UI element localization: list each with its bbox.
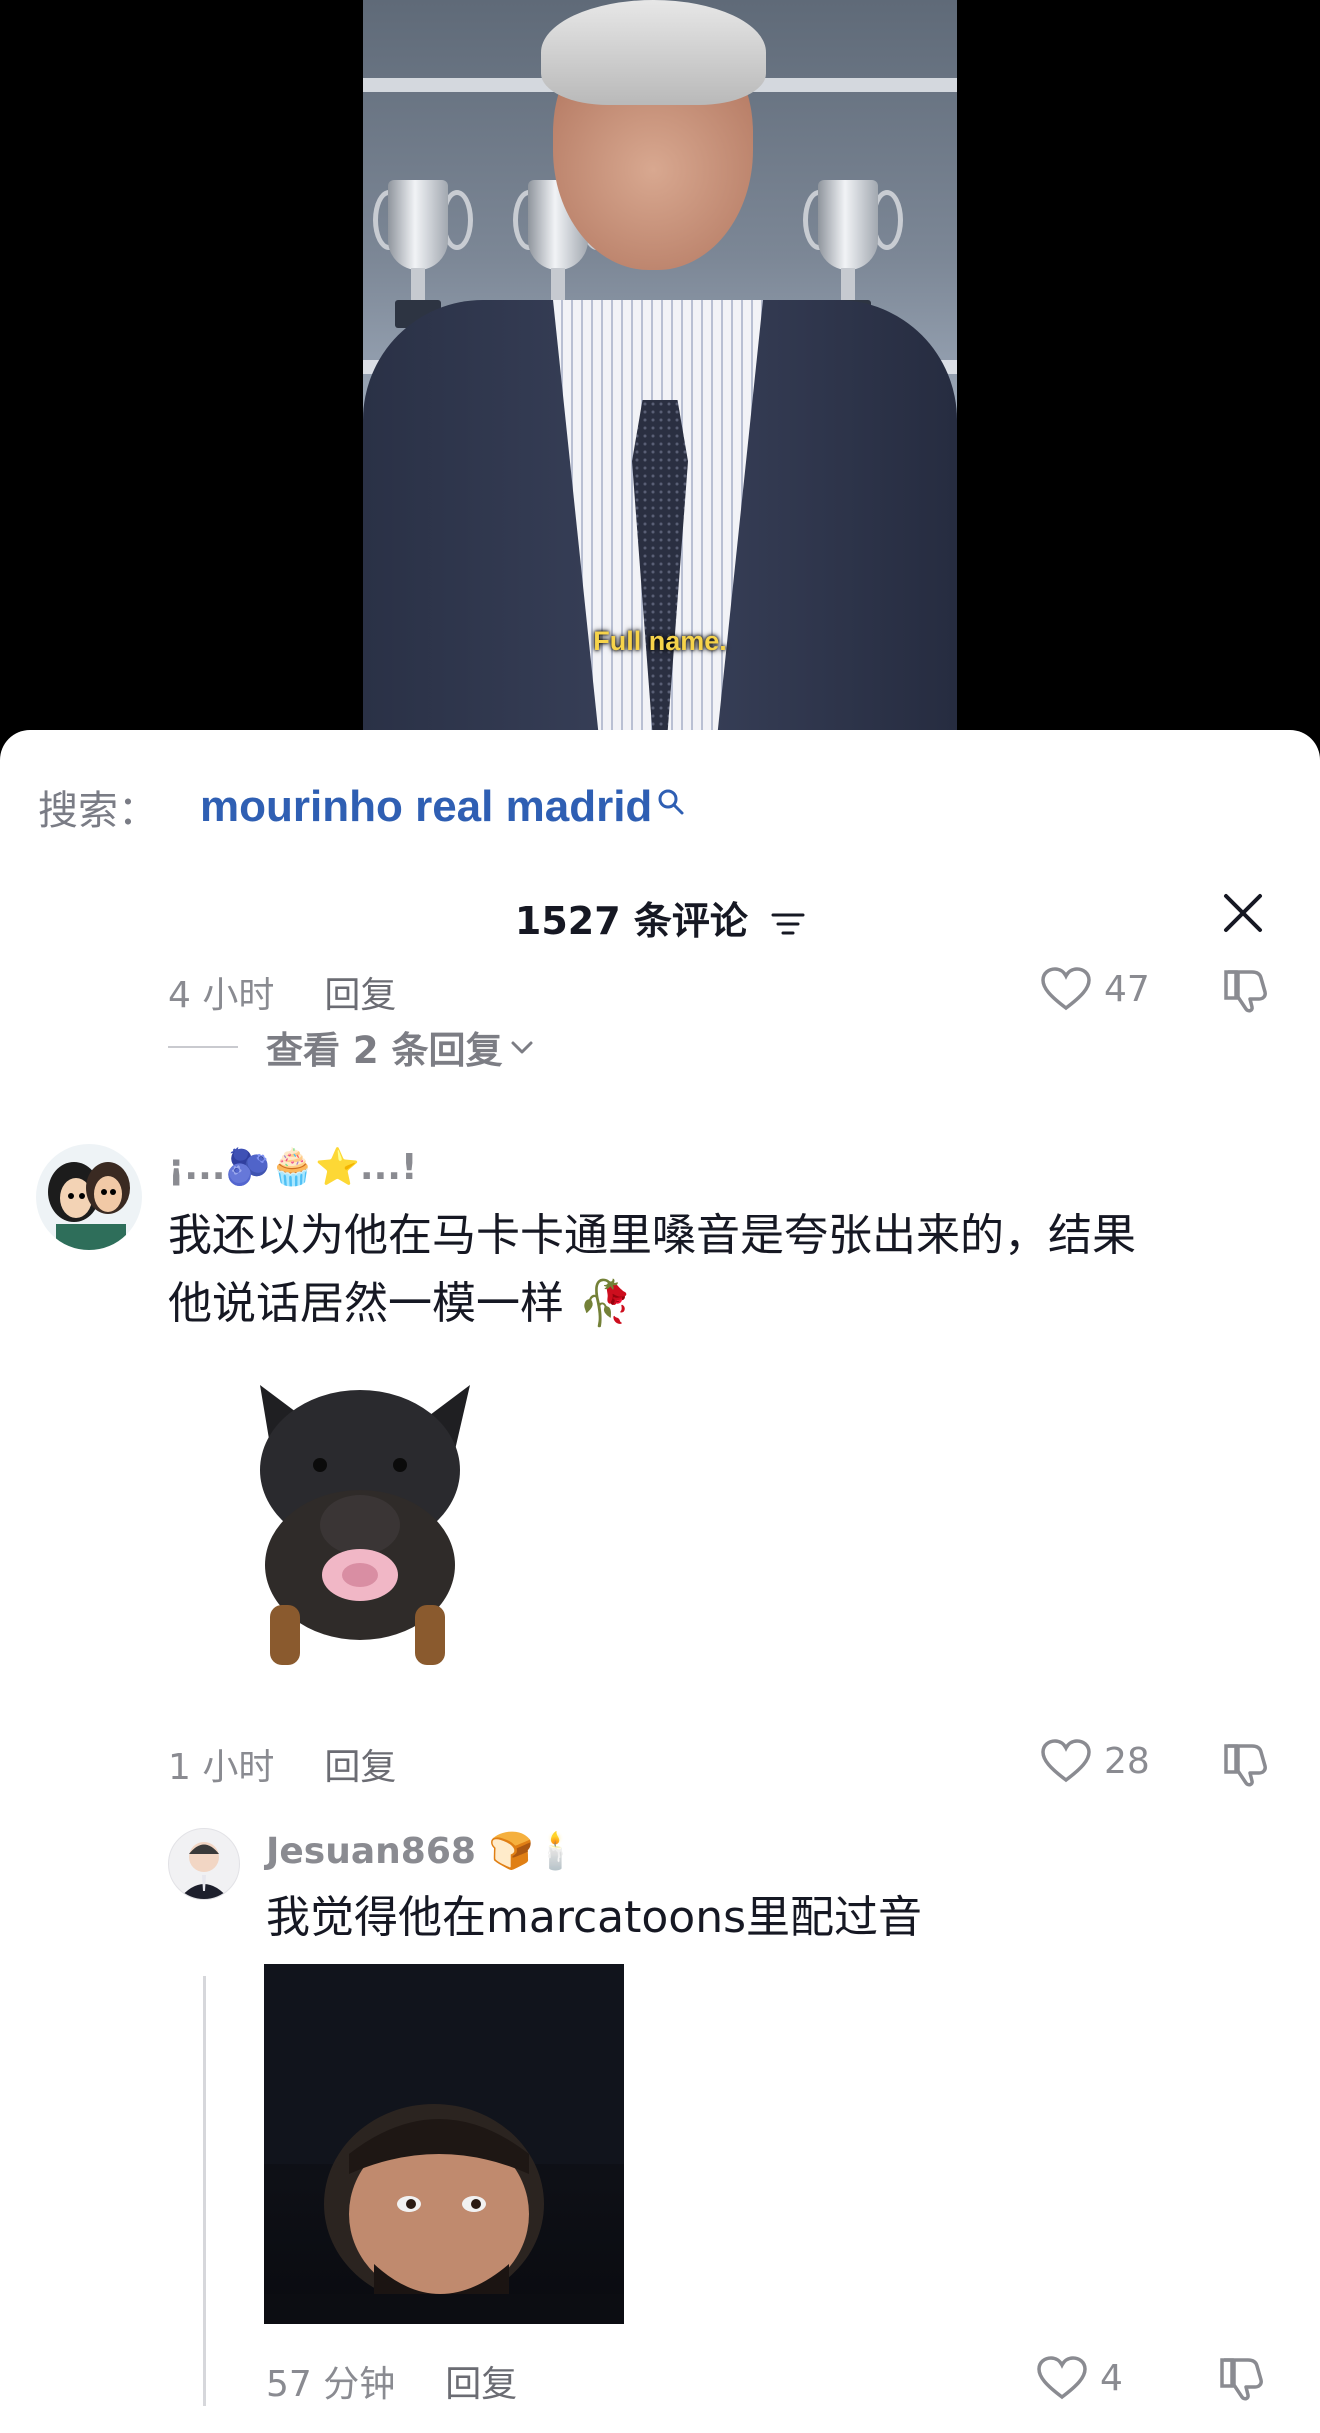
reply-button[interactable]: 回复 xyxy=(324,966,396,1018)
heart-icon xyxy=(1037,2356,1087,2400)
like-count: 28 xyxy=(1104,1740,1150,1782)
avatar[interactable] xyxy=(168,1828,240,1900)
view-replies-button[interactable]: 查看 2 条回复 xyxy=(168,1020,535,1074)
comment-meta: 1 小时 回复 xyxy=(168,1738,396,1790)
person-hair xyxy=(541,0,766,105)
comment-time: 4 小时 xyxy=(168,975,275,1016)
reply-button[interactable]: 回复 xyxy=(445,2355,517,2407)
comment-meta: 4 小时 回复 xyxy=(168,966,396,1018)
comment-text-line: 我还以为他在马卡卡通里嗓音是夸张出来的，结果 xyxy=(168,1210,1136,1261)
heart-icon xyxy=(1041,1739,1091,1783)
dislike-icon[interactable] xyxy=(1222,964,1272,1014)
close-icon[interactable] xyxy=(1220,890,1266,936)
search-icon xyxy=(658,789,684,815)
search-suggestion[interactable]: 搜索： mourinho real madrid xyxy=(38,782,686,834)
chevron-down-icon xyxy=(511,1041,533,1054)
cartoon-avatar xyxy=(48,1162,130,1250)
comment-time: 57 分钟 xyxy=(266,2364,396,2405)
dislike-icon[interactable] xyxy=(1222,1738,1272,1788)
dislike-icon[interactable] xyxy=(1218,2352,1268,2402)
comments-header: 1527 条评论 xyxy=(0,890,1320,945)
dog-pacifier-gif[interactable] xyxy=(240,1375,480,1675)
avatar[interactable] xyxy=(36,1144,142,1250)
reply-thread-line xyxy=(203,1976,206,2406)
like-count: 4 xyxy=(1100,2357,1123,2399)
view-replies-label: 查看 2 条回复 xyxy=(266,1029,503,1072)
like-button[interactable]: 28 xyxy=(1040,1738,1150,1784)
like-button[interactable]: 4 xyxy=(1036,2355,1123,2401)
comment-username[interactable]: ¡...🫐🧁⭐...! xyxy=(168,1146,417,1188)
man-face-gif xyxy=(264,1964,624,2324)
divider xyxy=(168,1046,238,1048)
reply-username[interactable]: Jesuan868 🍞🕯️ xyxy=(266,1830,578,1872)
comment-time: 1 小时 xyxy=(168,1747,275,1788)
search-query-link[interactable]: mourinho real madrid xyxy=(200,782,652,832)
like-count: 47 xyxy=(1104,968,1150,1010)
like-button[interactable]: 47 xyxy=(1040,966,1150,1012)
comment-meta: 57 分钟 回复 xyxy=(266,2355,517,2407)
filter-icon[interactable] xyxy=(771,909,805,939)
comment-text-line: 他说话居然一模一样 🥀 xyxy=(168,1278,633,1329)
heart-icon xyxy=(1041,967,1091,1011)
video-subtitle: Full name. xyxy=(593,626,727,656)
video-player[interactable]: Full name. xyxy=(363,0,957,735)
reply-text: 我觉得他在marcatoons里配过音 xyxy=(266,1892,923,1943)
cartoon-avatar xyxy=(179,1842,229,1899)
reply-button[interactable]: 回复 xyxy=(324,1738,396,1790)
comments-count-title: 1527 条评论 xyxy=(514,899,748,943)
search-label: 搜索： xyxy=(38,788,158,834)
reaction-gif[interactable] xyxy=(264,1964,624,2324)
